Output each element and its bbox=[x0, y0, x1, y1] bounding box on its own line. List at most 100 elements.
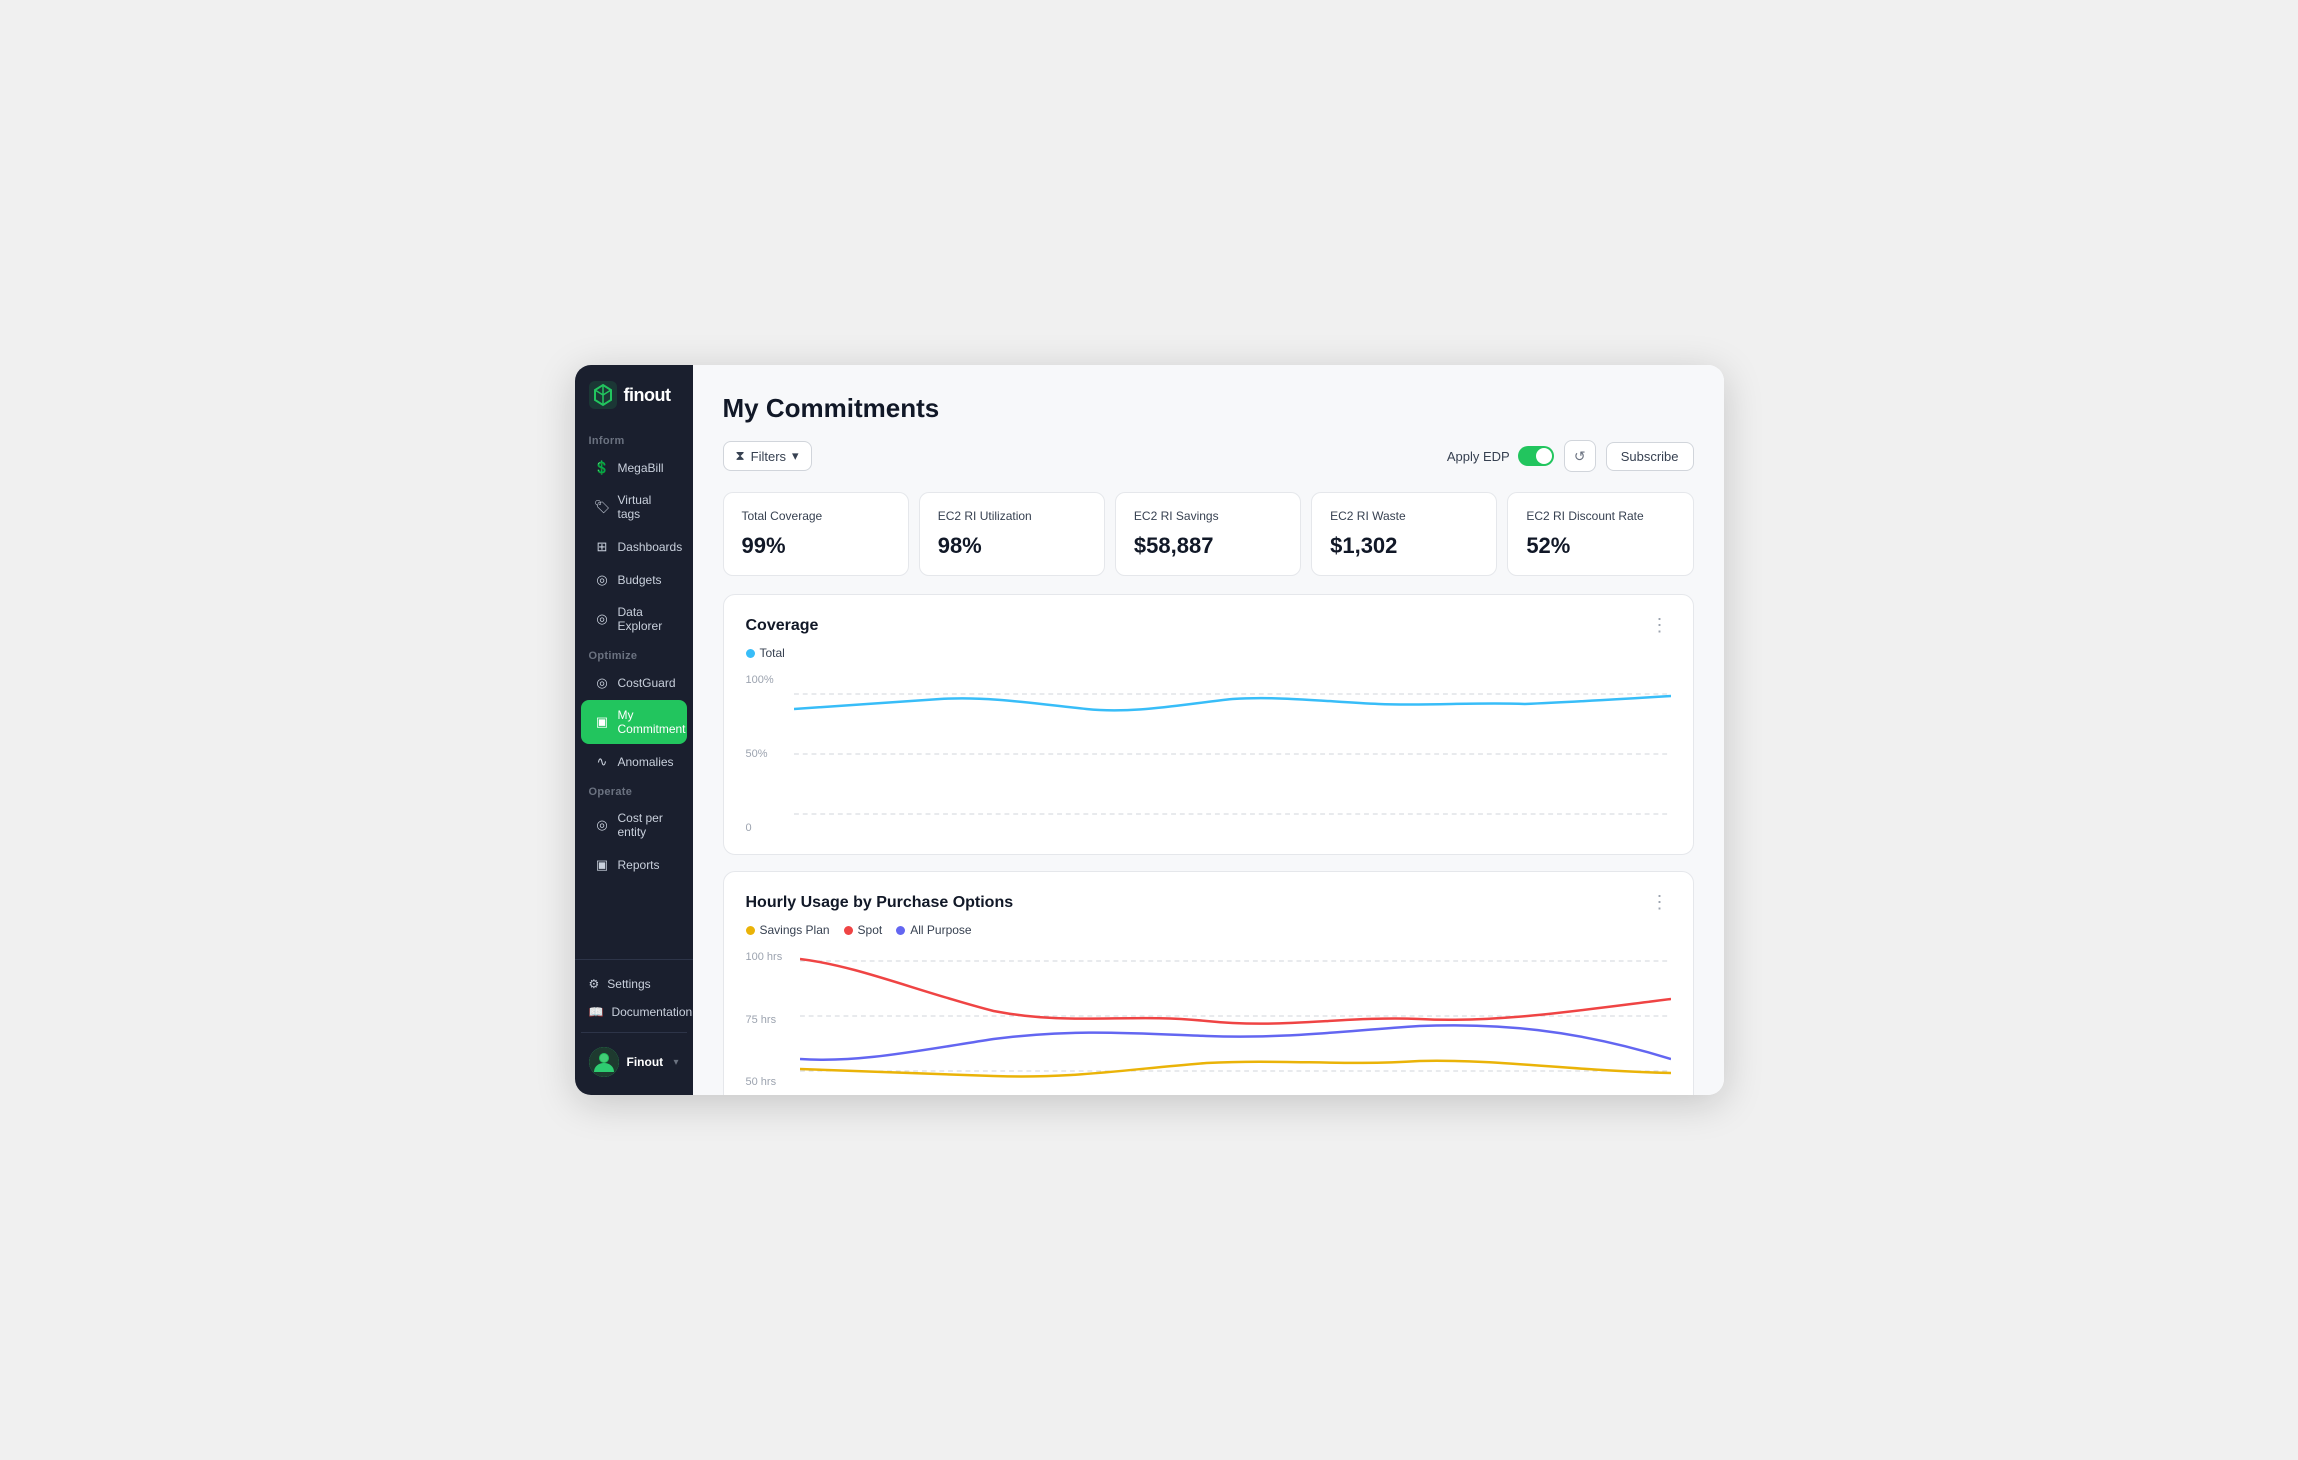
data-explorer-icon: ◎ bbox=[595, 612, 610, 627]
sidebar-label-dashboards: Dashboards bbox=[618, 540, 683, 554]
settings-icon: ⚙ bbox=[589, 977, 600, 991]
toolbar: ⧗ Filters ▾ Apply EDP ↺ Subscribe bbox=[723, 440, 1694, 472]
y-label-75hrs: 75 hrs bbox=[746, 1014, 794, 1026]
my-commitment-icon: ▣ bbox=[595, 715, 610, 730]
stat-cards: Total Coverage 99% EC2 RI Utilization 98… bbox=[723, 492, 1694, 576]
hourly-chart-legend: Savings Plan Spot All Purpose bbox=[746, 923, 1671, 937]
sidebar-label-data-explorer: Data Explorer bbox=[618, 605, 673, 633]
sidebar-item-virtual-tags[interactable]: 🏷 Virtual tags bbox=[581, 485, 687, 529]
sidebar-label-my-commitment: My Commitment bbox=[618, 708, 686, 736]
logo-icon bbox=[589, 381, 617, 409]
budgets-icon: ◎ bbox=[595, 572, 610, 587]
stat-value-ec2-ri-waste: $1,302 bbox=[1330, 533, 1478, 559]
sidebar-item-budgets[interactable]: ◎ Budgets bbox=[581, 564, 687, 595]
stat-value-ec2-ri-utilization: 98% bbox=[938, 533, 1086, 559]
legend-label-spot: Spot bbox=[858, 923, 883, 937]
documentation-icon: 📖 bbox=[589, 1005, 604, 1019]
reports-icon: ▣ bbox=[595, 857, 610, 872]
y-label-100: 100% bbox=[746, 674, 788, 686]
legend-item-total: Total bbox=[746, 646, 785, 660]
optimize-section-label: Optimize bbox=[575, 642, 693, 666]
stat-value-total-coverage: 99% bbox=[742, 533, 890, 559]
legend-dot-total bbox=[746, 649, 755, 658]
inform-section-label: Inform bbox=[575, 427, 693, 451]
stat-value-ec2-ri-savings: $58,887 bbox=[1134, 533, 1282, 559]
sidebar-label-budgets: Budgets bbox=[618, 573, 662, 587]
coverage-chart-svg bbox=[794, 674, 1671, 834]
subscribe-button[interactable]: Subscribe bbox=[1606, 442, 1694, 471]
coverage-chart-header: Coverage ⋮ bbox=[746, 615, 1671, 636]
y-label-100hrs: 100 hrs bbox=[746, 951, 794, 963]
sidebar-item-documentation[interactable]: 📖 Documentation bbox=[581, 998, 687, 1026]
hourly-chart-title: Hourly Usage by Purchase Options bbox=[746, 894, 1014, 912]
sidebar-label-cost-per-entity: Cost per entity bbox=[618, 811, 673, 839]
y-label-50: 50% bbox=[746, 748, 788, 760]
stat-card-ec2-ri-savings: EC2 RI Savings $58,887 bbox=[1115, 492, 1301, 576]
toggle-knob bbox=[1536, 448, 1552, 464]
operate-section-label: Operate bbox=[575, 778, 693, 802]
sidebar-label-reports: Reports bbox=[618, 858, 660, 872]
sidebar-bottom: ⚙ Settings 📖 Documentation Finout bbox=[575, 959, 693, 1095]
anomalies-icon: ∿ bbox=[595, 754, 610, 769]
megabill-icon: 💲 bbox=[595, 460, 610, 475]
logo: finout bbox=[575, 381, 693, 427]
chevron-down-icon: ▾ bbox=[673, 1057, 678, 1068]
coverage-chart-area: 100% 50% 0 bbox=[746, 674, 1671, 834]
logo-text: finout bbox=[624, 385, 671, 406]
reset-icon: ↺ bbox=[1574, 448, 1586, 465]
coverage-chart-menu[interactable]: ⋮ bbox=[1651, 615, 1671, 636]
user-profile[interactable]: Finout ▾ bbox=[581, 1039, 687, 1085]
stat-card-ec2-ri-waste: EC2 RI Waste $1,302 bbox=[1311, 492, 1497, 576]
y-label-0: 0 bbox=[746, 822, 788, 834]
legend-item-all-purpose: All Purpose bbox=[896, 923, 971, 937]
legend-dot-spot bbox=[844, 926, 853, 935]
hourly-chart-card: Hourly Usage by Purchase Options ⋮ Savin… bbox=[723, 871, 1694, 1095]
virtual-tags-icon: 🏷 bbox=[595, 500, 610, 515]
sidebar-item-cost-per-entity[interactable]: ◎ Cost per entity bbox=[581, 803, 687, 847]
sidebar-item-anomalies[interactable]: ∿ Anomalies bbox=[581, 746, 687, 777]
legend-dot-all-purpose bbox=[896, 926, 905, 935]
stat-card-ec2-ri-utilization: EC2 RI Utilization 98% bbox=[919, 492, 1105, 576]
hourly-chart-menu[interactable]: ⋮ bbox=[1651, 892, 1671, 913]
legend-dot-savings-plan bbox=[746, 926, 755, 935]
sidebar-label-costguard: CostGuard bbox=[618, 676, 676, 690]
apply-edp-container: Apply EDP bbox=[1447, 446, 1554, 466]
hourly-chart-svg bbox=[800, 951, 1671, 1095]
stat-value-ec2-ri-discount-rate: 52% bbox=[1526, 533, 1674, 559]
reset-button[interactable]: ↺ bbox=[1564, 440, 1596, 472]
toolbar-right: Apply EDP ↺ Subscribe bbox=[1447, 440, 1694, 472]
legend-label-savings-plan: Savings Plan bbox=[760, 923, 830, 937]
filters-button[interactable]: ⧗ Filters ▾ bbox=[723, 441, 812, 471]
sidebar-item-costguard[interactable]: ◎ CostGuard bbox=[581, 667, 687, 698]
y-label-50hrs: 50 hrs bbox=[746, 1076, 794, 1088]
page-title: My Commitments bbox=[723, 393, 1694, 424]
legend-label-total: Total bbox=[760, 646, 785, 660]
coverage-chart-card: Coverage ⋮ Total 100% 50% 0 bbox=[723, 594, 1694, 855]
sidebar-item-megabill[interactable]: 💲 MegaBill bbox=[581, 452, 687, 483]
stat-label-ec2-ri-utilization: EC2 RI Utilization bbox=[938, 509, 1086, 523]
hourly-chart-header: Hourly Usage by Purchase Options ⋮ bbox=[746, 892, 1671, 913]
sidebar-item-reports[interactable]: ▣ Reports bbox=[581, 849, 687, 880]
avatar bbox=[589, 1047, 619, 1077]
coverage-chart-y-labels: 100% 50% 0 bbox=[746, 674, 788, 834]
chevron-down-icon: ▾ bbox=[792, 448, 799, 464]
sidebar-item-settings[interactable]: ⚙ Settings bbox=[581, 970, 687, 998]
coverage-chart-title: Coverage bbox=[746, 617, 819, 635]
documentation-label: Documentation bbox=[611, 1005, 692, 1019]
stat-card-ec2-ri-discount-rate: EC2 RI Discount Rate 52% bbox=[1507, 492, 1693, 576]
user-name: Finout bbox=[627, 1055, 666, 1069]
sidebar: finout Inform 💲 MegaBill 🏷 Virtual tags … bbox=[575, 365, 693, 1095]
hourly-chart-y-labels: 100 hrs 75 hrs 50 hrs 25 hrs bbox=[746, 951, 794, 1095]
sidebar-item-dashboards[interactable]: ⊞ Dashboards bbox=[581, 531, 687, 562]
sidebar-item-my-commitment[interactable]: ▣ My Commitment bbox=[581, 700, 687, 744]
stat-label-ec2-ri-waste: EC2 RI Waste bbox=[1330, 509, 1478, 523]
apply-edp-toggle[interactable] bbox=[1518, 446, 1554, 466]
sidebar-item-data-explorer[interactable]: ◎ Data Explorer bbox=[581, 597, 687, 641]
coverage-chart-legend: Total bbox=[746, 646, 1671, 660]
stat-label-ec2-ri-discount-rate: EC2 RI Discount Rate bbox=[1526, 509, 1674, 523]
legend-item-spot: Spot bbox=[844, 923, 883, 937]
filter-icon: ⧗ bbox=[736, 448, 745, 464]
settings-label: Settings bbox=[607, 977, 650, 991]
dashboards-icon: ⊞ bbox=[595, 539, 610, 554]
stat-label-total-coverage: Total Coverage bbox=[742, 509, 890, 523]
